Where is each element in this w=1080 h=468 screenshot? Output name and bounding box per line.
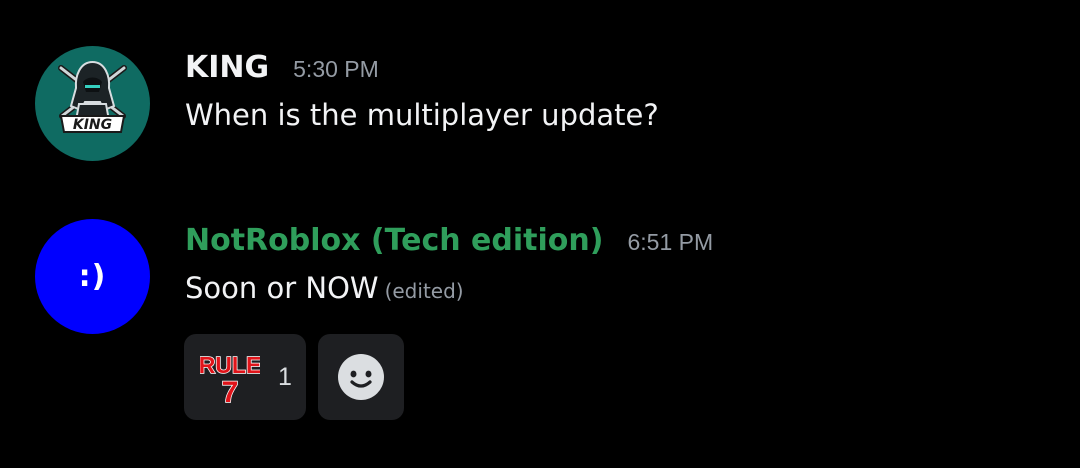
message-header: NotRoblox (Tech edition) 6:51 PM xyxy=(185,223,713,258)
timestamp: 6:51 PM xyxy=(627,229,714,255)
timestamp: 5:30 PM xyxy=(293,56,379,82)
reaction-count: 1 xyxy=(278,362,292,391)
username[interactable]: KING xyxy=(185,50,269,85)
message-text: Soon or NOW xyxy=(185,271,379,305)
reactions-bar: RULE 7 1 xyxy=(184,334,404,420)
avatar-logo-text: KING xyxy=(73,117,112,133)
add-reaction-button[interactable] xyxy=(318,334,404,420)
rule-emoji-line1: RULE xyxy=(200,352,260,378)
rule-emoji-line2: 7 xyxy=(222,376,239,405)
message-content: Soon or NOW (edited) xyxy=(185,271,464,305)
username[interactable]: NotRoblox (Tech edition) xyxy=(185,223,603,258)
message-header: KING 5:30 PM xyxy=(185,50,379,85)
edited-label: (edited) xyxy=(384,279,464,303)
gamer-logo-icon: KING xyxy=(58,60,127,133)
reaction-rule-7[interactable]: RULE 7 1 xyxy=(184,334,306,420)
avatar[interactable]: KING xyxy=(35,46,150,161)
message-content: When is the multiplayer update? xyxy=(185,98,659,132)
add-reaction-smiley-icon xyxy=(338,354,384,400)
avatar[interactable]: :) xyxy=(35,219,150,334)
avatar-text: :) xyxy=(78,259,107,294)
rule-7-emoji-icon: RULE 7 xyxy=(200,351,260,405)
